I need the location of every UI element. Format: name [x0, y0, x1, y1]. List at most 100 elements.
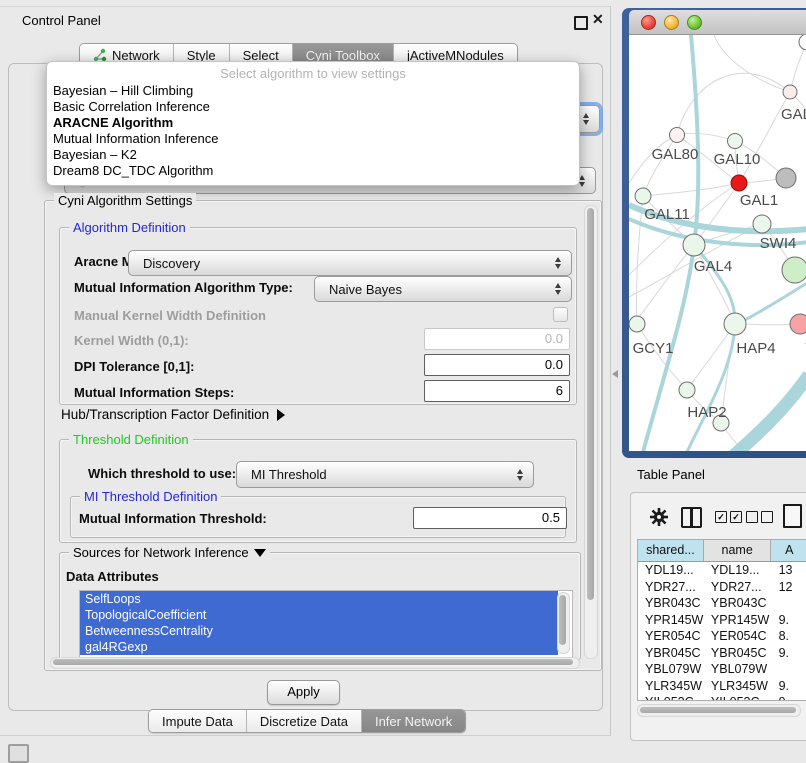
which-threshold-select[interactable]: MI Threshold — [236, 461, 534, 488]
mi-threshold-label: Mutual Information Threshold: — [79, 511, 267, 526]
table-cell: YPR145W — [704, 612, 772, 629]
columns-icon[interactable] — [681, 507, 702, 528]
network-node-gal4[interactable] — [683, 234, 705, 256]
mi-threshold-field[interactable]: 0.5 — [413, 507, 567, 529]
apply-button[interactable]: Apply — [267, 680, 340, 705]
table-row[interactable]: YBL079WYBL079W — [638, 661, 806, 678]
hub-definition-section[interactable]: Hub/Transcription Factor Definition — [61, 407, 285, 422]
algorithm-option-dream8-dc-tdc-algorithm[interactable]: Dream8 DC_TDC Algorithm — [47, 163, 579, 179]
network-edge — [677, 133, 735, 141]
unchecked-columns-icon[interactable] — [746, 511, 773, 523]
aracne-mode-select[interactable]: Discovery — [128, 250, 572, 276]
tab-discretize-data[interactable]: Discretize Data — [247, 710, 362, 732]
control-panel-title: Control Panel — [22, 13, 101, 28]
node-attribute-table[interactable]: shared...nameA YDL19...YDL19...13YDR27..… — [637, 539, 806, 701]
float-window-icon[interactable] — [574, 16, 588, 30]
column-header-name[interactable]: name — [704, 540, 772, 561]
data-attribute-selfloops[interactable]: SelfLoops — [80, 591, 558, 607]
network-node-label: HAP4 — [736, 340, 775, 357]
zoom-traffic-icon[interactable] — [687, 15, 702, 30]
network-graph: GALGAL80GAL10GAL1GAL11SWI4GAL4GCY1HAP4YH… — [629, 35, 806, 451]
table-row[interactable]: YIL052CYIL052C9. — [638, 694, 806, 701]
docked-panel-icon[interactable] — [8, 744, 29, 763]
network-node-gal[interactable] — [783, 85, 797, 99]
network-node-hap4[interactable] — [724, 313, 746, 335]
checked-columns-icon[interactable]: ✓ ✓ — [715, 511, 742, 523]
network-edge — [643, 183, 739, 196]
algorithm-option-mutual-information-inference[interactable]: Mutual Information Inference — [47, 131, 579, 147]
table-cell: YBR045C — [704, 645, 772, 662]
table-cell: 12 — [772, 579, 806, 596]
threshold-definition-group: Threshold Definition Which threshold to … — [59, 439, 577, 543]
table-cell: 9. — [772, 694, 806, 701]
mi-type-select[interactable]: Naive Bayes — [314, 276, 572, 302]
algorithm-option-aracne-algorithm[interactable]: ARACNE Algorithm — [47, 115, 579, 131]
tab-label: Infer Network — [375, 714, 452, 729]
network-node-gal11[interactable] — [635, 188, 651, 204]
table-panel-title: Table Panel — [637, 467, 705, 482]
dpi-tolerance-field[interactable]: 0.0 — [424, 354, 570, 376]
hub-definition-label: Hub/Transcription Factor Definition — [61, 407, 269, 422]
algorithm-prompt: Select algorithm to view settings — [47, 64, 579, 83]
cyni-settings-title: Cyni Algorithm Settings — [54, 193, 196, 208]
algorithm-option-bayesian-k2[interactable]: Bayesian – K2 — [47, 147, 579, 163]
column-header-a[interactable]: A — [771, 540, 806, 561]
table-row[interactable]: YLR345WYLR345W9. — [638, 678, 806, 695]
algorithm-option-bayesian-hill-climbing[interactable]: Bayesian – Hill Climbing — [47, 83, 579, 99]
table-cell — [772, 661, 806, 678]
manual-kernel-checkbox[interactable] — [553, 307, 568, 322]
table-hscrollbar[interactable] — [637, 704, 801, 717]
table-row[interactable]: YBR043CYBR043C — [638, 595, 806, 612]
close-icon[interactable]: ✕ — [592, 11, 604, 28]
settings-hscrollbar[interactable] — [50, 657, 580, 669]
data-attribute-topologicalcoefficient[interactable]: TopologicalCoefficient — [80, 607, 558, 623]
table-row[interactable]: YDL19...YDL19...13 — [638, 562, 806, 579]
network-node-gal80[interactable] — [670, 128, 685, 143]
which-threshold-value: MI Threshold — [237, 467, 512, 482]
attribute-list-vscrollbar[interactable] — [557, 592, 570, 654]
table-cell: 9. — [772, 678, 806, 695]
network-canvas[interactable]: GALGAL80GAL10GAL1GAL11SWI4GAL4GCY1HAP4YH… — [629, 35, 806, 451]
kernel-width-field[interactable]: 0.0 — [424, 328, 570, 350]
table-row[interactable]: YDR27...YDR27...12 — [638, 579, 806, 596]
gear-icon[interactable] — [649, 507, 669, 532]
network-node-gal10[interactable] — [728, 134, 743, 149]
network-node-hap2[interactable] — [679, 382, 695, 398]
table-cell: YDR27... — [704, 579, 772, 596]
document-icon[interactable] — [783, 504, 802, 528]
which-threshold-label: Which threshold to use: — [88, 466, 236, 481]
table-row[interactable]: YBR045CYBR045C9. — [638, 645, 806, 662]
table-row[interactable]: YPR145WYPR145W9. — [638, 612, 806, 629]
algorithm-definition-title: Algorithm Definition — [69, 220, 190, 235]
network-node-unlabeled[interactable] — [776, 168, 796, 188]
network-node-unlabeled[interactable] — [782, 257, 806, 283]
cyni-algorithm-settings-group: Cyni Algorithm Settings Algorithm Defini… — [44, 200, 602, 671]
network-window-titlebar[interactable] — [629, 10, 806, 35]
tab-infer-network[interactable]: Infer Network — [362, 710, 465, 732]
table-row[interactable]: YER054CYER054C8. — [638, 628, 806, 645]
network-node-unlabeled[interactable] — [799, 35, 806, 50]
expand-arrow-icon[interactable] — [254, 549, 266, 557]
network-node-label: GAL80 — [652, 146, 699, 163]
control-panel-window: Control Panel ✕ NetworkStyleSelectCyni T… — [0, 6, 611, 736]
algorithm-definition-group: Algorithm Definition Aracne Mode: Discov… — [59, 227, 577, 405]
network-node-gcy1[interactable] — [629, 316, 645, 332]
aracne-mode-value: Discovery — [129, 256, 550, 271]
network-node-gal1[interactable] — [731, 175, 747, 191]
settings-vscrollbar[interactable] — [584, 205, 598, 659]
network-node-swi4[interactable] — [753, 215, 771, 233]
algorithm-option-basic-correlation-inference[interactable]: Basic Correlation Inference — [47, 99, 579, 115]
data-attribute-betweennesscentrality[interactable]: BetweennessCentrality — [80, 623, 558, 639]
minimize-traffic-icon[interactable] — [664, 15, 679, 30]
table-cell: YIL052C — [638, 694, 704, 701]
split-pane-arrow[interactable] — [612, 370, 618, 378]
column-header-shared[interactable]: shared... — [638, 540, 704, 561]
data-attribute-gal4rgexp[interactable]: gal4RGexp — [80, 639, 558, 655]
mi-steps-field[interactable]: 6 — [424, 380, 570, 402]
data-attributes-list[interactable]: SelfLoopsTopologicalCoefficientBetweenne… — [79, 590, 573, 658]
close-traffic-icon[interactable] — [641, 15, 656, 30]
tab-impute-data[interactable]: Impute Data — [149, 710, 247, 732]
network-node-y[interactable] — [790, 314, 806, 334]
collapse-arrow-icon[interactable] — [277, 409, 285, 421]
mi-steps-label: Mutual Information Steps: — [74, 385, 234, 400]
